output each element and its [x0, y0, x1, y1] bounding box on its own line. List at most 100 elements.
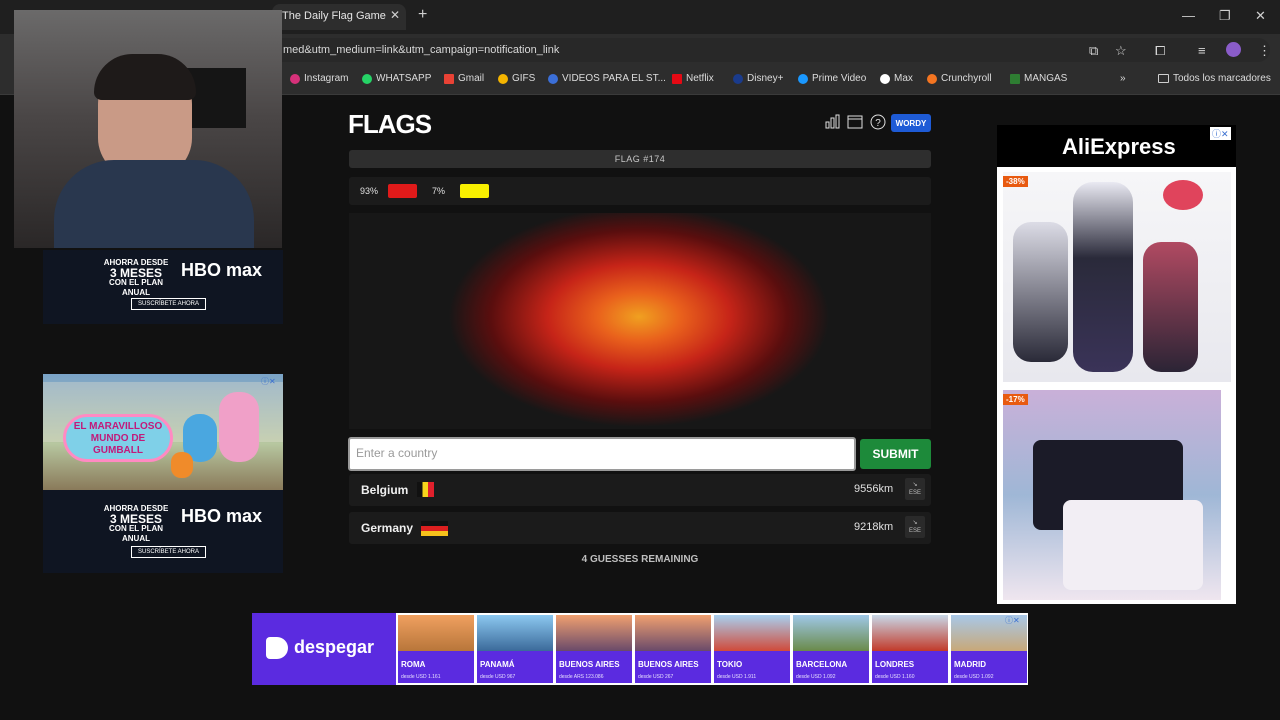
bookmark-netflix[interactable]: Netflix: [672, 73, 714, 84]
destination-card[interactable]: LONDRES desde USD 1.160: [872, 615, 948, 683]
flags-logo[interactable]: FLAGS: [348, 109, 432, 140]
pink-character: [219, 392, 259, 462]
destination-price: desde USD 1.092: [796, 674, 836, 680]
submit-button[interactable]: SUBMIT: [860, 439, 931, 469]
destination-card[interactable]: PANAMÁ desde USD 967: [477, 615, 553, 683]
person-hair: [94, 54, 196, 100]
darwin-character: [171, 452, 193, 478]
guesses-remaining: 4 GUESSES REMAINING: [581, 554, 699, 565]
bookmark-instagram[interactable]: Instagram: [290, 73, 348, 84]
wordy-button[interactable]: WORDY: [891, 114, 931, 132]
despegar-logo: despegar: [266, 637, 375, 660]
destination-city: ROMA: [401, 660, 426, 669]
destination-city: PANAMÁ: [480, 660, 515, 669]
hbo-subscribe-button[interactable]: SUSCRÍBETE AHORA: [131, 546, 207, 558]
hbo-ad-line2: 3 MESES: [109, 512, 163, 526]
ad-info-icon[interactable]: ⓘ✕: [261, 376, 276, 387]
destination-price: desde USD 1.092: [954, 674, 994, 680]
guess-distance: 9218km: [854, 521, 894, 533]
product-image-bag[interactable]: [1003, 390, 1221, 600]
bookmark-star-icon[interactable]: ☆: [1115, 43, 1127, 59]
destination-card[interactable]: ROMA desde USD 1.161: [398, 615, 474, 683]
hbo-ad-line3: CON EL PLAN ANUAL: [108, 524, 164, 543]
restore-icon[interactable]: ❐: [1219, 8, 1231, 24]
bookmark-mangas[interactable]: MANGAS: [1010, 73, 1067, 84]
ad-info-icon[interactable]: ⓘ✕: [1210, 127, 1231, 140]
hbo-ad-line3: CON EL PLAN ANUAL: [108, 278, 164, 297]
hbo-ad-top[interactable]: AHORRA DESDE 3 MESES CON EL PLAN ANUAL H…: [43, 250, 283, 324]
minimize-icon[interactable]: —: [1182, 8, 1195, 23]
destination-price: desde USD 967: [480, 674, 516, 680]
stats-icon[interactable]: [825, 114, 841, 133]
all-bookmarks[interactable]: Todos los marcadores: [1158, 73, 1271, 84]
videos-icon: [548, 73, 558, 84]
color-percent-yellow: 7%: [432, 186, 446, 196]
germany-flag-icon: [421, 521, 448, 536]
bookmark-whatsapp[interactable]: WHATSAPP: [362, 73, 431, 84]
guess-country: Germany: [361, 521, 414, 535]
destination-card[interactable]: TOKIO desde USD 1.911: [714, 615, 790, 683]
direction-label: ESE: [908, 490, 921, 496]
extensions-icon[interactable]: ⧠: [1155, 43, 1165, 59]
product-image-cosplay[interactable]: [1003, 172, 1231, 382]
media-icon[interactable]: ≡: [1198, 43, 1206, 58]
discount-badge: -17%: [1003, 394, 1028, 405]
gifs-icon: [498, 73, 508, 84]
crunchyroll-icon: [927, 73, 937, 84]
despegar-brand-text: despegar: [294, 637, 375, 657]
new-tab-icon[interactable]: +: [418, 6, 427, 24]
bookmark-max[interactable]: Max: [880, 73, 913, 84]
close-tab-icon[interactable]: ✕: [390, 8, 400, 22]
hbo-ad-line2: 3 MESES: [109, 266, 163, 280]
direction-indicator: ↘ ESE: [905, 516, 925, 538]
gumball-ad[interactable]: EL MARAVILLOSO MUNDO DE GUMBALL ⓘ✕: [43, 374, 283, 490]
destination-price: desde USD 267: [638, 674, 674, 680]
window-close-icon[interactable]: ✕: [1255, 8, 1266, 24]
country-input-box[interactable]: [348, 437, 856, 471]
destination-price: desde USD 1.160: [875, 674, 915, 680]
blurred-flag: [349, 213, 931, 429]
help-icon[interactable]: ?: [870, 114, 886, 134]
destination-image: [398, 615, 474, 651]
webcam-overlay: [14, 10, 282, 248]
bookmark-gmail[interactable]: Gmail: [444, 73, 484, 84]
hbo-ad-bottom[interactable]: AHORRA DESDE 3 MESES CON EL PLAN ANUAL H…: [43, 490, 283, 573]
url-text[interactable]: med&utm_medium=link&utm_campaign=notific…: [283, 44, 559, 56]
hbo-max-logo: HBO max: [181, 506, 263, 526]
ad-info-icon[interactable]: ⓘ✕: [1005, 615, 1020, 626]
destination-image: [872, 615, 948, 651]
belgium-flag-icon: [417, 482, 434, 497]
direction-indicator: ↘ ESE: [905, 478, 925, 500]
destination-city: BARCELONA: [796, 660, 848, 669]
gmail-icon: [444, 73, 454, 84]
destination-card[interactable]: BARCELONA desde USD 1.092: [793, 615, 869, 683]
bookmarks-overflow-icon[interactable]: »: [1120, 73, 1126, 84]
profile-avatar[interactable]: [1226, 42, 1241, 57]
netflix-icon: [672, 73, 682, 84]
hbo-subscribe-button[interactable]: SUSCRÍBETE AHORA: [131, 298, 207, 310]
destination-card[interactable]: BUENOS AIRES desde ARS 123.086: [556, 615, 632, 683]
destination-image: [714, 615, 790, 651]
destination-image: [635, 615, 711, 651]
guess-row: Germany 9218km ↘ ESE: [349, 512, 931, 544]
bookmark-crunchyroll[interactable]: Crunchyroll: [927, 73, 992, 84]
help-icon-svg: ?: [870, 114, 886, 130]
destination-card[interactable]: BUENOS AIRES desde USD 267: [635, 615, 711, 683]
flag-number: FLAG #174: [349, 150, 931, 168]
gumball-title: EL MARAVILLOSO MUNDO DE GUMBALL: [63, 414, 173, 462]
bookmark-prime-video[interactable]: Prime Video: [798, 73, 866, 84]
instagram-icon: [290, 73, 300, 84]
guess-distance: 9556km: [854, 483, 894, 495]
bag-image: [1063, 500, 1203, 590]
cast-icon[interactable]: ⧉: [1089, 43, 1098, 59]
calendar-icon-svg: [847, 115, 863, 129]
country-input[interactable]: [350, 439, 852, 467]
menu-icon[interactable]: ⋮: [1258, 43, 1271, 59]
calendar-icon[interactable]: [847, 114, 863, 133]
color-swatch-yellow: [460, 184, 489, 198]
bookmark-gifs[interactable]: GIFS: [498, 73, 535, 84]
destination-city: LONDRES: [875, 660, 915, 669]
bookmark-disney[interactable]: Disney+: [733, 73, 783, 84]
direction-label: ESE: [908, 528, 921, 534]
bookmark-videos[interactable]: VIDEOS PARA EL ST...: [548, 73, 666, 84]
